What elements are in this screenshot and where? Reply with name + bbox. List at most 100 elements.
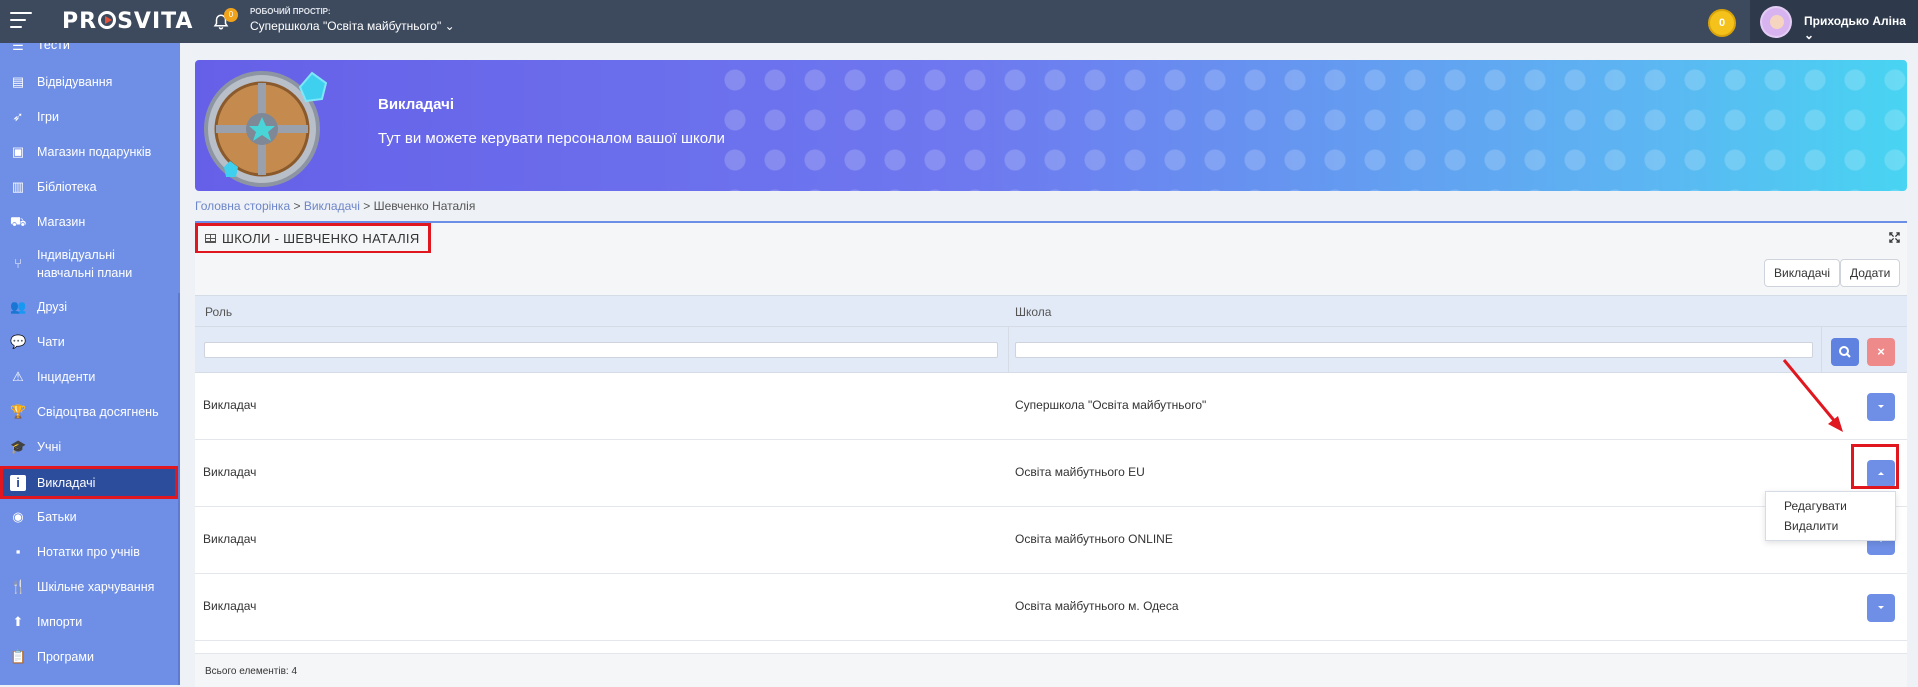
- table-header: Роль Школа: [195, 295, 1907, 327]
- teachers-button[interactable]: Викладачі: [1764, 259, 1841, 287]
- graduation-cap-icon: 🎓: [10, 439, 27, 454]
- users-icon: 👥: [10, 299, 27, 314]
- sidebar-item-chats[interactable]: 💬 Чати: [0, 328, 178, 357]
- attendance-icon: ▤: [11, 74, 25, 89]
- user-name[interactable]: Приходько Аліна ⌄: [1804, 14, 1918, 42]
- clear-filter-button[interactable]: ×: [1867, 338, 1895, 366]
- trophy-icon: 🏆: [10, 404, 27, 419]
- sidebar-item-label: Свідоцтва досягнень: [37, 405, 159, 419]
- sidebar-item-gift-shop[interactable]: ▣ Магазин подарунків: [0, 138, 178, 167]
- tests-icon: ☰: [12, 43, 24, 53]
- parent-icon: ◉: [12, 509, 24, 524]
- sidebar-item-label: Магазин: [37, 215, 86, 229]
- row-actions-button[interactable]: [1867, 594, 1895, 622]
- breadcrumb-current: Шевченко Наталія: [373, 199, 476, 213]
- sidebar-item-parents[interactable]: ◉ Батьки: [0, 503, 178, 532]
- chevron-down-icon: ⌄: [1804, 28, 1815, 42]
- caret-down-icon: [1878, 606, 1884, 609]
- role-cell: Викладач: [203, 465, 257, 479]
- row-actions-button[interactable]: [1867, 393, 1895, 421]
- sidebar-item-label: Батьки: [37, 510, 77, 524]
- shield-illustration-icon: [204, 71, 328, 187]
- breadcrumb-separator: >: [290, 199, 304, 213]
- workspace-selector[interactable]: Супершкола "Освіта майбутнього" ⌄: [250, 19, 455, 33]
- table-row[interactable]: Викладач Супершкола "Освіта майбутнього": [195, 373, 1907, 440]
- column-divider: [1008, 327, 1009, 373]
- sidebar-item-certificates[interactable]: 🏆 Свідоцтва досягнень: [0, 398, 178, 427]
- breadcrumb-teachers-link[interactable]: Викладачі: [304, 199, 360, 213]
- role-cell: Викладач: [203, 532, 257, 546]
- breadcrumb-home-link[interactable]: Головна сторінка: [195, 199, 290, 213]
- page-subtitle: Тут ви можете керувати персоналом вашої …: [378, 130, 725, 147]
- panel-footer: Всього елементів: 4: [195, 653, 1907, 687]
- notification-badge: 0: [224, 8, 238, 22]
- sidebar-item-incidents[interactable]: ⚠ Інциденти: [0, 363, 178, 392]
- panel-header: ШКОЛИ - ШЕВЧЕНКО НАТАЛІЯ: [195, 223, 1907, 254]
- sidebar-item-label: Імпорти: [37, 615, 83, 629]
- caret-down-icon: [1878, 405, 1884, 408]
- sidebar-item-tests[interactable]: ☰ Тести: [0, 43, 178, 56]
- search-icon: [1839, 346, 1851, 358]
- highlight-frame-title: [195, 223, 431, 254]
- sidebar-item-label: Тести: [37, 43, 70, 52]
- branch-icon: ⑂: [14, 256, 22, 271]
- role-cell: Викладач: [203, 599, 257, 613]
- school-cell: Освіта майбутнього ONLINE: [1015, 532, 1173, 546]
- sidebar-item-library[interactable]: ▥ Бібліотека: [0, 173, 178, 202]
- sidebar-item-label: Ігри: [37, 110, 59, 124]
- banner-pattern: [715, 60, 1907, 191]
- sidebar-item-label: Відвідування: [37, 75, 113, 89]
- sidebar-scrollbar[interactable]: [178, 293, 180, 685]
- sidebar-item-attendance[interactable]: ▤ Відвідування: [0, 68, 178, 97]
- breadcrumb-separator: >: [359, 199, 374, 213]
- chat-icon: 💬: [10, 334, 27, 349]
- school-filter-input[interactable]: [1015, 342, 1813, 358]
- top-bar: PR SVITA 0 РОБОЧИЙ ПРОСТІР: Супершкола "О…: [0, 0, 1918, 43]
- highlight-frame-action: [1851, 444, 1899, 489]
- sidebar-item-label: Бібліотека: [37, 180, 97, 194]
- coins-badge[interactable]: 0: [1708, 9, 1736, 37]
- sidebar-item-friends[interactable]: 👥 Друзі: [0, 293, 178, 322]
- sidebar-item-label: Індивідуальні: [37, 248, 115, 262]
- sidebar-item-students[interactable]: 🎓 Учні: [0, 433, 178, 462]
- upload-icon: ⬆: [12, 614, 24, 629]
- expand-icon[interactable]: [1889, 232, 1900, 243]
- column-header-role[interactable]: Роль: [205, 305, 232, 319]
- row-actions-menu: Редагувати Видалити: [1765, 491, 1896, 541]
- table-row[interactable]: Викладач Освіта майбутнього EU: [195, 440, 1907, 507]
- sidebar-item-school-meals[interactable]: 🍴 Шкільне харчування: [0, 573, 178, 602]
- logo[interactable]: PR SVITA: [62, 9, 193, 34]
- column-header-school[interactable]: Школа: [1015, 305, 1051, 319]
- table-row[interactable]: Викладач Освіта майбутнього м. Одеса: [195, 574, 1907, 641]
- add-button[interactable]: Додати: [1840, 259, 1901, 287]
- role-cell: Викладач: [203, 398, 257, 412]
- menu-item-delete[interactable]: Видалити: [1784, 519, 1838, 533]
- hamburger-menu-icon[interactable]: [10, 12, 32, 30]
- filter-row: ×: [195, 327, 1907, 373]
- table-row[interactable]: Викладач Освіта майбутнього ONLINE: [195, 507, 1907, 574]
- sidebar-item-imports[interactable]: ⬆ Імпорти: [0, 608, 178, 637]
- menu-item-edit[interactable]: Редагувати: [1784, 499, 1847, 513]
- sidebar-item-games[interactable]: ➶ Ігри: [0, 103, 178, 132]
- total-count: Всього елементів: 4: [205, 666, 298, 677]
- note-icon: ▪: [15, 544, 21, 559]
- close-icon: ×: [1877, 344, 1885, 359]
- search-button[interactable]: [1831, 338, 1859, 366]
- sidebar-item-individual-plans[interactable]: ⑂ Індивідуальні навчальні плани: [0, 243, 178, 287]
- warning-icon: ⚠: [12, 369, 24, 384]
- user-menu[interactable]: Приходько Аліна ⌄: [1750, 0, 1918, 43]
- schools-panel: ШКОЛИ - ШЕВЧЕНКО НАТАЛІЯ Викладачі Додат…: [195, 221, 1907, 687]
- workspace-label: РОБОЧИЙ ПРОСТІР:: [250, 7, 331, 16]
- rocket-icon: ➶: [12, 109, 24, 124]
- sidebar-item-shop[interactable]: ⛟ Магазин: [0, 208, 178, 237]
- sidebar-item-programs[interactable]: 📋 Програми: [0, 643, 178, 672]
- breadcrumb: Головна сторінка > Викладачі > Шевченко …: [195, 199, 475, 213]
- avatar: [1760, 6, 1792, 38]
- sidebar-item-student-notes[interactable]: ▪ Нотатки про учнів: [0, 538, 178, 567]
- role-filter-input[interactable]: [204, 342, 998, 358]
- sidebar-item-label: Учні: [37, 440, 62, 454]
- sidebar-item-label: Програми: [37, 650, 94, 664]
- sidebar-item-label: Інциденти: [37, 370, 96, 384]
- page-banner: [195, 60, 1907, 191]
- sidebar-item-label: Нотатки про учнів: [37, 545, 140, 559]
